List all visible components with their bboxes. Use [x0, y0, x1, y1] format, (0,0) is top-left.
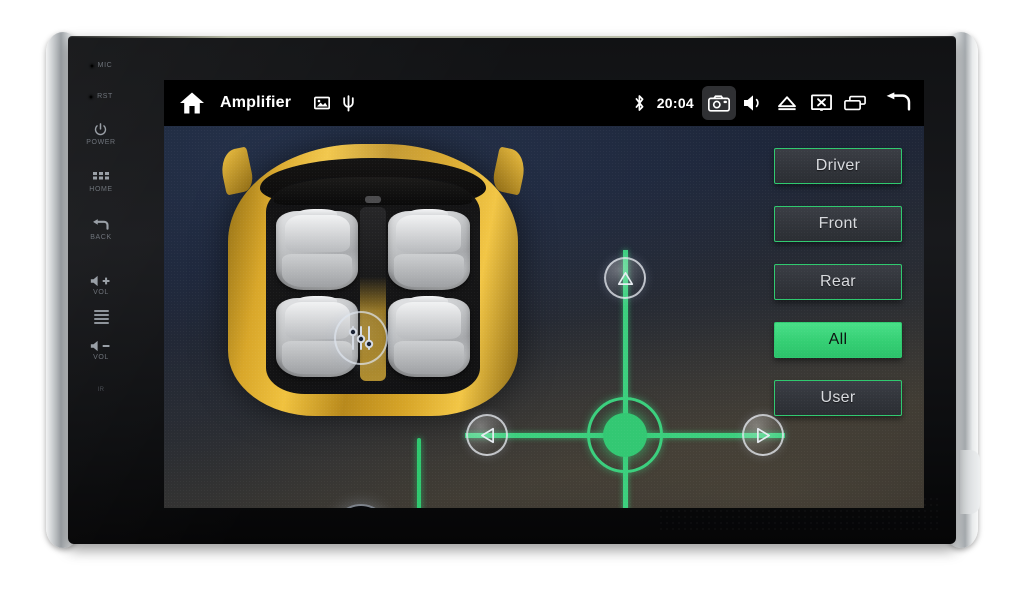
menu-lines-icon-bar — [93, 314, 109, 316]
back-arrow-icon — [886, 92, 911, 111]
car-head-unit: MIC RST POWER HOME BACK VOL VOL IR Ampli… — [46, 32, 980, 548]
screen-off-icon — [810, 94, 832, 111]
preset-label: Front — [818, 215, 858, 232]
bluetooth-icon — [627, 94, 653, 112]
balance-left-button[interactable] — [466, 414, 508, 456]
back-button[interactable] — [872, 80, 924, 126]
infrared-sensor-label: IR — [97, 387, 105, 393]
device-body: MIC RST POWER HOME BACK VOL VOL IR Ampli… — [68, 36, 956, 544]
reset-pinhole-icon[interactable] — [89, 94, 94, 99]
preset-label: All — [828, 331, 848, 348]
menu-lines-icon-bar — [93, 310, 109, 312]
mic-label: MIC — [97, 62, 113, 69]
speaker-plus-icon — [90, 275, 110, 287]
preset-user-button[interactable]: User — [774, 380, 902, 416]
home-key[interactable]: HOME — [89, 172, 112, 193]
bezel-notch — [960, 450, 980, 514]
usb-icon — [335, 94, 361, 112]
menu-lines-icon-bar — [93, 322, 109, 324]
status-bar: Amplifier 20:04 — [164, 80, 924, 126]
preset-label: User — [820, 389, 856, 406]
eject-icon — [778, 96, 796, 111]
amplifier-panel: Driver Front Rear All User — [164, 126, 924, 508]
seat-cushion — [282, 253, 353, 287]
triangle-right-icon — [756, 427, 770, 443]
level-slider-line[interactable] — [417, 438, 421, 508]
clock: 20:04 — [656, 95, 694, 111]
menu-key[interactable] — [93, 310, 109, 324]
screen-title: Amplifier — [220, 94, 292, 111]
equalizer-button[interactable] — [334, 311, 388, 365]
seat-cushion — [393, 340, 464, 374]
eject-button[interactable] — [770, 80, 804, 126]
volume-down-label: VOL — [93, 354, 109, 361]
equalizer-sliders-icon — [348, 326, 374, 350]
car-top-view-illustration — [217, 144, 529, 416]
volume-up-label: VOL — [93, 289, 109, 296]
camera-icon — [708, 94, 730, 112]
back-key[interactable]: BACK — [90, 219, 111, 241]
volume-up-key[interactable]: VOL — [90, 275, 112, 296]
reset-label: RST — [97, 93, 113, 100]
preset-rear-button[interactable]: Rear — [774, 264, 902, 300]
home-button[interactable] — [164, 80, 220, 126]
home-icon — [180, 92, 204, 114]
car-rearview-mirror — [365, 196, 381, 203]
seat-back — [284, 214, 350, 253]
grid-icon — [93, 172, 109, 180]
recents-button[interactable] — [838, 80, 872, 126]
preset-driver-button[interactable]: Driver — [774, 148, 902, 184]
preset-button-group: Driver Front Rear All User — [774, 148, 902, 416]
triangle-up-icon — [617, 271, 633, 285]
speaker-button[interactable] — [332, 504, 390, 508]
fader-up-button[interactable] — [604, 257, 646, 299]
recent-apps-icon — [844, 95, 866, 111]
balance-right-button[interactable] — [742, 414, 784, 456]
hardware-key-column: MIC RST POWER HOME BACK VOL VOL IR — [68, 36, 134, 544]
car-seat-front-right — [388, 209, 470, 290]
mic-hole: MIC — [89, 62, 113, 69]
power-icon — [95, 123, 107, 136]
seat-back — [396, 214, 462, 253]
sd-card-icon — [309, 96, 335, 110]
screenshot-button[interactable] — [702, 86, 736, 120]
volume-button[interactable] — [736, 80, 770, 126]
home-label: HOME — [89, 186, 113, 193]
car-seat-rear-right — [388, 296, 470, 377]
car-seat-front-left — [276, 209, 358, 290]
preset-label: Driver — [815, 157, 861, 174]
preset-front-button[interactable]: Front — [774, 206, 902, 242]
crosshair-knob[interactable] — [603, 413, 647, 457]
reset-hole[interactable]: RST — [89, 93, 113, 100]
speaker-icon — [744, 95, 759, 111]
touchscreen[interactable]: Amplifier 20:04 Driver Front Rear All Us… — [164, 80, 924, 508]
back-arrow-icon — [93, 219, 109, 230]
seat-back — [396, 301, 462, 340]
triangle-left-icon — [480, 427, 494, 443]
car-mirror-right — [490, 146, 529, 196]
volume-down-key[interactable]: VOL — [90, 340, 112, 361]
close-screen-button[interactable] — [804, 80, 838, 126]
preset-all-button[interactable]: All — [774, 322, 902, 358]
menu-lines-icon-bar — [93, 318, 109, 320]
preset-label: Rear — [820, 273, 856, 290]
back-label: BACK — [90, 234, 112, 241]
power-key[interactable]: POWER — [86, 122, 115, 146]
speaker-minus-icon — [90, 340, 110, 352]
microphone-pinhole-icon — [89, 63, 94, 68]
status-bar-right: 20:04 — [627, 80, 924, 126]
power-label: POWER — [86, 139, 116, 146]
seat-cushion — [393, 253, 464, 287]
